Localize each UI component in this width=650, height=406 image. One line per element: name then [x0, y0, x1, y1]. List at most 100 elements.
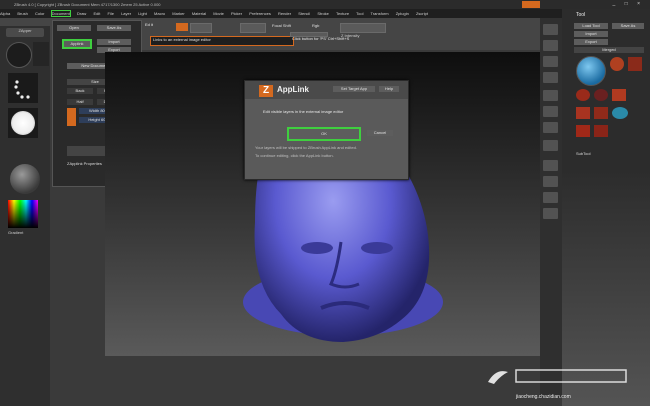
aahalf-icon[interactable]	[543, 72, 558, 83]
menu-item-movie[interactable]: Movie	[213, 11, 224, 16]
brush-thumb[interactable]	[6, 42, 32, 68]
dialog-info-1: Your layers will be shipped to ZBrush Ap…	[255, 145, 357, 150]
material-sphere-icon[interactable]	[10, 164, 40, 194]
active-tool-field[interactable]: Merged	[574, 47, 644, 53]
alpha-thumb[interactable]	[8, 108, 38, 138]
help-button[interactable]: Help	[379, 86, 399, 92]
cancel-button[interactable]: Cancel	[367, 130, 393, 136]
menu-item-document[interactable]: Document	[50, 10, 71, 17]
menu-item-color[interactable]: Color	[35, 11, 45, 16]
brush-size-icon[interactable]	[33, 42, 49, 66]
rgb-label[interactable]: Rgb	[312, 23, 319, 29]
export-tool-button[interactable]: Export	[574, 39, 608, 45]
menu-item-zscript[interactable]: Zscript	[416, 11, 428, 16]
title-text: ZBrush 4.0 [ Copyright ] ZBrush Document…	[14, 2, 161, 7]
back-button[interactable]: Back	[67, 88, 93, 94]
menu-item-edit[interactable]: Edit	[93, 11, 100, 16]
quick-save-button[interactable]	[522, 1, 540, 8]
zoom-icon[interactable]	[543, 40, 558, 51]
gradient-label[interactable]: Gradient	[8, 230, 23, 236]
focal-shift-slider[interactable]	[290, 32, 328, 37]
menu-item-marker[interactable]: Marker	[172, 11, 184, 16]
menu-item-tool[interactable]: Tool	[356, 11, 363, 16]
z-intensity-slider[interactable]: Z Intensity	[340, 23, 386, 38]
tool-thumb-9-icon[interactable]	[612, 107, 628, 119]
applink-dialog: Z AppLink Set Target App Help Edit visib…	[244, 80, 409, 180]
save-tool-button[interactable]: Save As	[612, 23, 644, 29]
dialog-info-2: To continue editing, click the AppLink b…	[255, 153, 334, 158]
move-icon[interactable]	[543, 176, 558, 187]
import-tool-button[interactable]: Import	[574, 31, 608, 37]
menu-item-brush[interactable]: Brush	[17, 11, 27, 16]
save-as-button[interactable]: Save As	[97, 25, 131, 31]
right-shelf	[540, 18, 562, 398]
menu-item-layer[interactable]: Layer	[121, 11, 131, 16]
menu-item-transform[interactable]: Transform	[371, 11, 389, 16]
menu-item-material[interactable]: Material	[192, 11, 206, 16]
alpha-circle-icon	[11, 111, 35, 135]
scroll-icon[interactable]	[543, 24, 558, 35]
menu-item-light[interactable]: Light	[138, 11, 147, 16]
scale-icon[interactable]	[543, 192, 558, 203]
mode-slot-b[interactable]	[240, 23, 266, 33]
zapper-button[interactable]: ZApper	[6, 28, 44, 37]
tool-thumb-3-icon[interactable]	[628, 57, 642, 71]
set-target-app-button[interactable]: Set Target App	[333, 86, 375, 92]
dialog-title: AppLink	[277, 85, 309, 94]
active-tool-thumb-icon[interactable]	[576, 56, 606, 86]
tool-thumb-2-icon[interactable]	[610, 57, 624, 71]
watermark-text: jiaocheng.chazidian.com	[516, 394, 571, 400]
open-button[interactable]: Open	[57, 25, 91, 31]
tool-thumb-5-icon[interactable]	[594, 89, 608, 101]
floor-icon[interactable]	[543, 106, 558, 117]
menu-item-file[interactable]: File	[107, 11, 113, 16]
draw-button[interactable]	[148, 23, 168, 31]
menu-item-render[interactable]: Render	[278, 11, 291, 16]
xyz-icon[interactable]	[543, 140, 558, 151]
focal-shift-label[interactable]: Focal Shift	[272, 23, 291, 29]
notice-text: Links to an external image editor	[153, 37, 211, 42]
menu-item-preferences[interactable]: Preferences	[249, 11, 271, 16]
menu-item-zplugin[interactable]: Zplugin	[396, 11, 409, 16]
local-icon[interactable]	[543, 122, 558, 133]
watermark: jiaocheng.chazidian.com	[470, 358, 638, 402]
menu-item-macro[interactable]: Macro	[154, 11, 165, 16]
zbrush-logo-icon: Z	[259, 85, 273, 97]
tool-thumb-8-icon[interactable]	[594, 107, 608, 119]
tool-thumb-4-icon[interactable]	[576, 89, 590, 101]
tool-thumb-11-icon[interactable]	[594, 125, 608, 137]
tool-title: Tool	[576, 12, 586, 18]
tool-thumb-10-icon[interactable]	[576, 125, 590, 137]
load-tool-button[interactable]: Load Tool	[574, 23, 608, 29]
actual-icon[interactable]	[543, 56, 558, 67]
applink-button[interactable]: Applink	[62, 39, 92, 49]
menu-item-stroke[interactable]: Stroke	[317, 11, 329, 16]
menu-item-alpha[interactable]: Alpha	[0, 11, 10, 16]
dialog-message: Edit visible layers in the external imag…	[263, 109, 344, 114]
menu-item-picker[interactable]: Picker	[231, 11, 242, 16]
title-bar: ZBrush 4.0 [ Copyright ] ZBrush Document…	[0, 0, 650, 9]
color-picker[interactable]	[8, 200, 38, 228]
menu-item-texture[interactable]: Texture	[336, 11, 349, 16]
tool-thumb-7-icon[interactable]	[576, 107, 590, 119]
tool-thumb-6-icon[interactable]	[612, 89, 626, 101]
active-mode-button[interactable]	[176, 23, 188, 31]
ok-button[interactable]: OK	[287, 127, 361, 141]
window-controls[interactable]: _ □ ×	[613, 1, 645, 8]
menu-item-stencil[interactable]: Stencil	[298, 11, 310, 16]
notice-tooltip: Links to an external image editor	[150, 36, 294, 46]
mode-slot-a[interactable]	[190, 23, 212, 33]
frame-icon[interactable]	[543, 160, 558, 171]
applink-properties-label: ZApplink Properties	[67, 161, 102, 166]
watermark-logo-icon	[486, 366, 636, 386]
subtool-label[interactable]: SubTool	[576, 151, 590, 157]
persp-icon[interactable]	[543, 90, 558, 101]
pro-toggle[interactable]	[67, 108, 76, 126]
import-button[interactable]: Import	[97, 39, 131, 45]
rotate-icon[interactable]	[543, 208, 558, 219]
menu-item-draw[interactable]: Draw	[77, 11, 86, 16]
dots-stroke-icon	[14, 80, 30, 99]
left-shelf: ZApper Gradient	[0, 26, 50, 406]
stroke-thumb[interactable]	[8, 73, 38, 103]
halftone-button[interactable]: Half	[67, 99, 93, 105]
